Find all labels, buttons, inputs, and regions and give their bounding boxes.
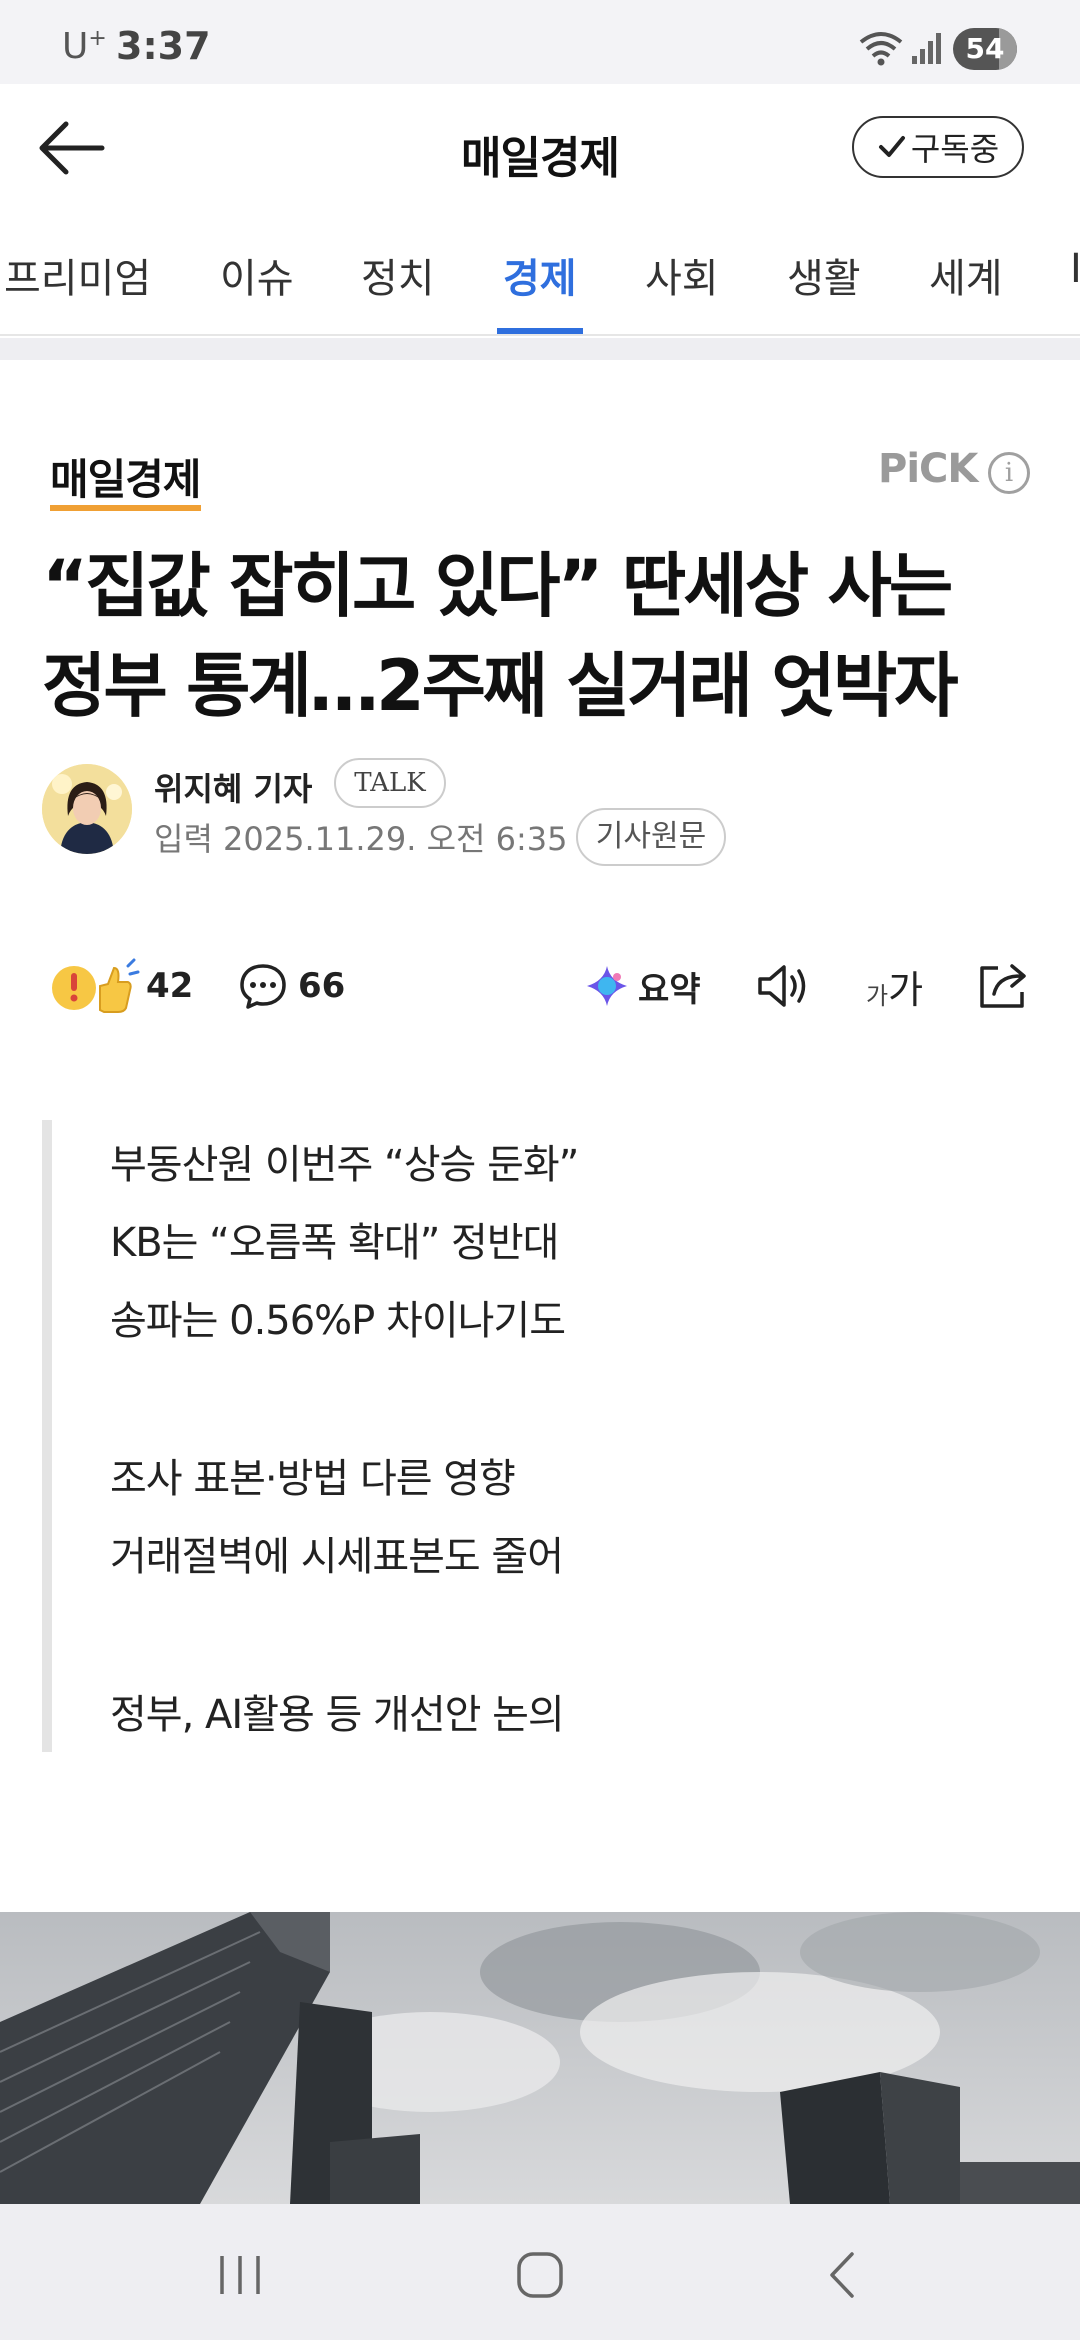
tab-society[interactable]: 사회 [645,246,719,304]
summary-line: 정부, AI활용 등 개선안 논의 [110,1692,565,1738]
clock: 3:37 [116,24,211,68]
share-button[interactable] [976,956,1032,1016]
original-article-button[interactable]: 기사원문 [576,808,726,866]
font-size-button[interactable]: 가 가 [866,956,923,1016]
summary-label: 요약 [638,969,701,1010]
battery-icon: 54 [953,28,1017,70]
apartment-buildings-photo [0,1912,1080,2204]
category-tabs: 프리미엄 이슈 정치 경제 사회 생활 세계 I [0,212,1080,336]
summary-quote-bar [42,1120,52,1752]
summary-line: 부동산원 이번주 “상승 둔화” [110,1142,579,1188]
summary-button[interactable]: 요약 [584,956,701,1016]
signal-icon [912,33,941,64]
tab-economy[interactable]: 경제 [503,246,577,304]
reaction-count: 42 [146,966,194,1006]
tab-living[interactable]: 생활 [787,246,861,304]
ai-summary-icon [587,966,627,1006]
reporter-photo [42,764,132,854]
check-icon [878,136,905,157]
listen-button[interactable] [756,956,812,1016]
summary-line: 송파는 0.56%P 차이나기도 [110,1298,566,1344]
speaker-icon [758,965,806,1007]
subscribe-label: 구독중 [910,130,1000,168]
comment-icon [240,964,286,1009]
system-nav-bar [0,2204,1080,2340]
article-headline: “집값 잡히고 있다” 딴세상 사는 정부 통계…2주째 실거래 엇박자 [42,536,1052,736]
share-icon [980,964,1026,1008]
comment-button[interactable]: 66 [238,956,345,1016]
headline-line-1: “집값 잡히고 있다” 딴세상 사는 [42,545,953,627]
wifi-icon [859,32,903,66]
tab-it[interactable]: I [1070,246,1080,292]
tab-world[interactable]: 세계 [929,246,1003,304]
info-icon[interactable]: i [988,452,1030,494]
tab-premium[interactable]: 프리미엄 [4,246,151,304]
summary-line: 조사 표본·방법 다른 영향 [110,1456,516,1502]
app-header: 매일경제 구독중 [0,84,1080,212]
press-logo[interactable]: 매일경제 [50,446,202,511]
reporter-avatar[interactable] [42,764,132,854]
reaction-icon [52,958,140,1013]
summary-line: 거래절벽에 시세표본도 줄어 [110,1534,564,1580]
published-date: 입력 2025.11.29. 오전 6:35 [154,820,568,858]
status-bar: U+ 3:37 54 [0,0,1080,84]
article-photo[interactable] [0,1912,1080,2204]
comment-count: 66 [298,966,346,1006]
tab-issue[interactable]: 이슈 [220,246,294,304]
reaction-button[interactable]: 42 [48,956,193,1016]
summary-line: KB는 “오름폭 확대” 정반대 [110,1220,559,1266]
recent-apps-icon[interactable] [210,2250,270,2300]
carrier-label: U+ [62,26,107,67]
font-size-small: 가 [866,981,889,1010]
back-icon[interactable] [812,2250,872,2300]
tab-politics[interactable]: 정치 [361,246,435,304]
talk-button[interactable]: TALK [334,758,446,808]
home-icon[interactable] [510,2250,570,2300]
reporter-name[interactable]: 위지혜 기자 [154,764,312,810]
headline-line-2: 정부 통계…2주째 실거래 엇박자 [42,645,959,727]
pick-badge: PiCK [878,446,978,492]
divider [0,338,1080,360]
subscribe-button[interactable]: 구독중 [852,116,1024,178]
active-tab-indicator [497,328,583,334]
font-size-large: 가 [888,967,924,1012]
